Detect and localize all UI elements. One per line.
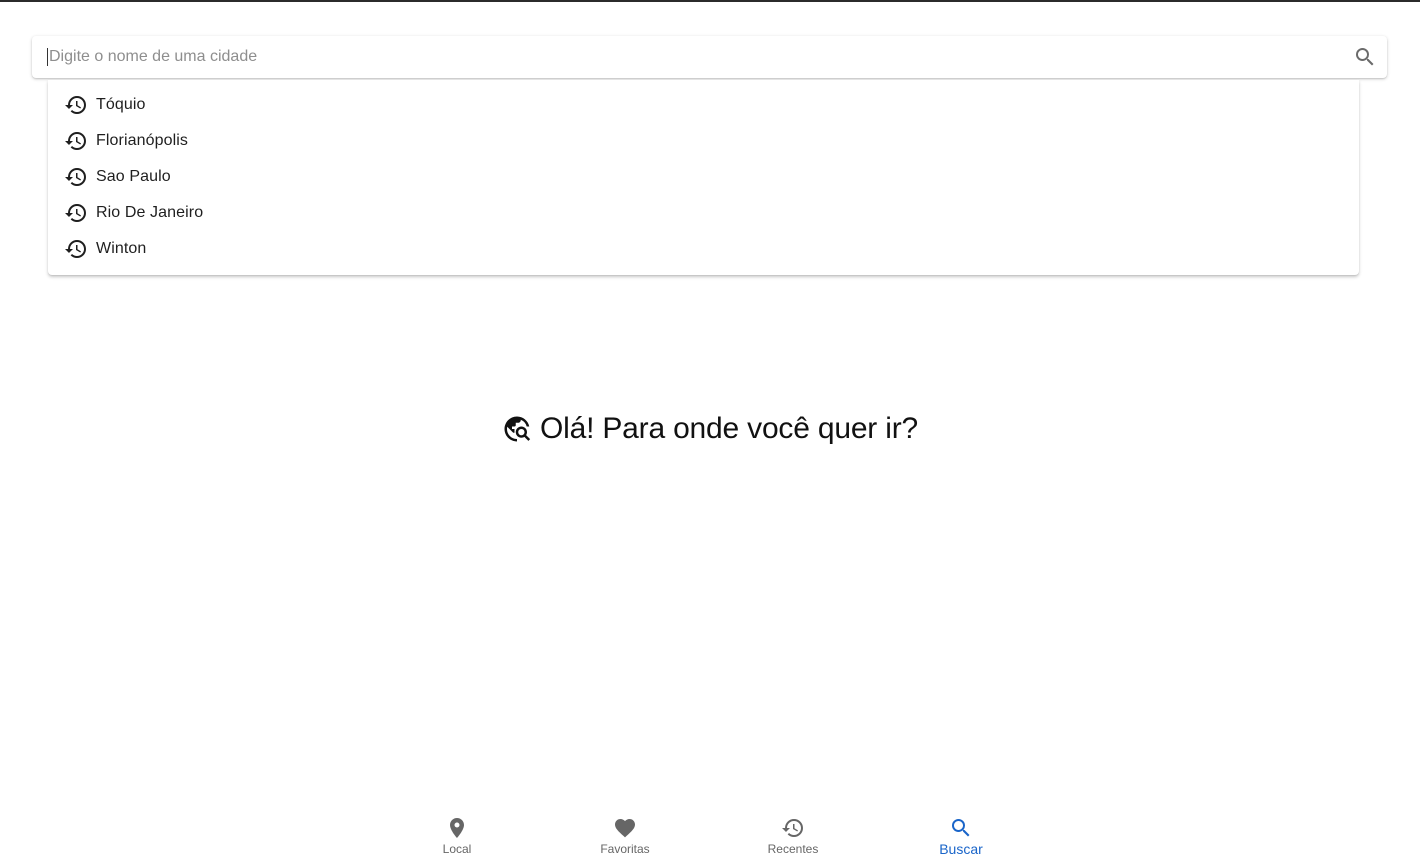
heart-icon (613, 816, 637, 840)
history-icon (64, 129, 88, 153)
search-input[interactable] (47, 48, 1329, 66)
suggestion-item[interactable]: Rio De Janeiro (48, 195, 1359, 231)
suggestion-label: Tóquio (96, 96, 146, 113)
search-icon[interactable] (1353, 45, 1377, 69)
suggestion-item[interactable]: Tóquio (48, 87, 1359, 123)
suggestion-label: Winton (96, 240, 147, 257)
suggestion-item[interactable]: Sao Paulo (48, 159, 1359, 195)
suggestion-label: Rio De Janeiro (96, 204, 204, 221)
nav-label: Buscar (939, 841, 983, 857)
nav-label: Favoritas (600, 842, 650, 856)
search-bar (32, 36, 1387, 78)
search-icon (949, 816, 973, 840)
nav-recentes[interactable]: Recentes (709, 808, 877, 860)
suggestion-item[interactable]: Winton (48, 231, 1359, 267)
app-window: Tóquio Florianópolis Sao Paulo Rio De Ja… (0, 0, 1420, 860)
history-icon (781, 816, 805, 840)
nav-buscar[interactable]: Buscar (877, 808, 1045, 860)
greeting: Olá! Para onde você quer ir? (0, 412, 1420, 446)
bottom-navigation: Local Favoritas Recentes Buscar (373, 808, 1045, 860)
history-icon (64, 93, 88, 117)
nav-label: Recentes (767, 842, 819, 856)
suggestion-item[interactable]: Florianópolis (48, 123, 1359, 159)
nav-favoritas[interactable]: Favoritas (541, 808, 709, 860)
location-pin-icon (445, 816, 469, 840)
suggestion-label: Sao Paulo (96, 168, 171, 185)
history-icon (64, 237, 88, 261)
travel-explore-icon (502, 414, 532, 444)
nav-local[interactable]: Local (373, 808, 541, 860)
greeting-text: Olá! Para onde você quer ir? (540, 412, 918, 445)
nav-label: Local (442, 842, 472, 856)
suggestions-list: Tóquio Florianópolis Sao Paulo Rio De Ja… (48, 80, 1359, 275)
history-icon (64, 201, 88, 225)
history-icon (64, 165, 88, 189)
suggestion-label: Florianópolis (96, 132, 189, 149)
